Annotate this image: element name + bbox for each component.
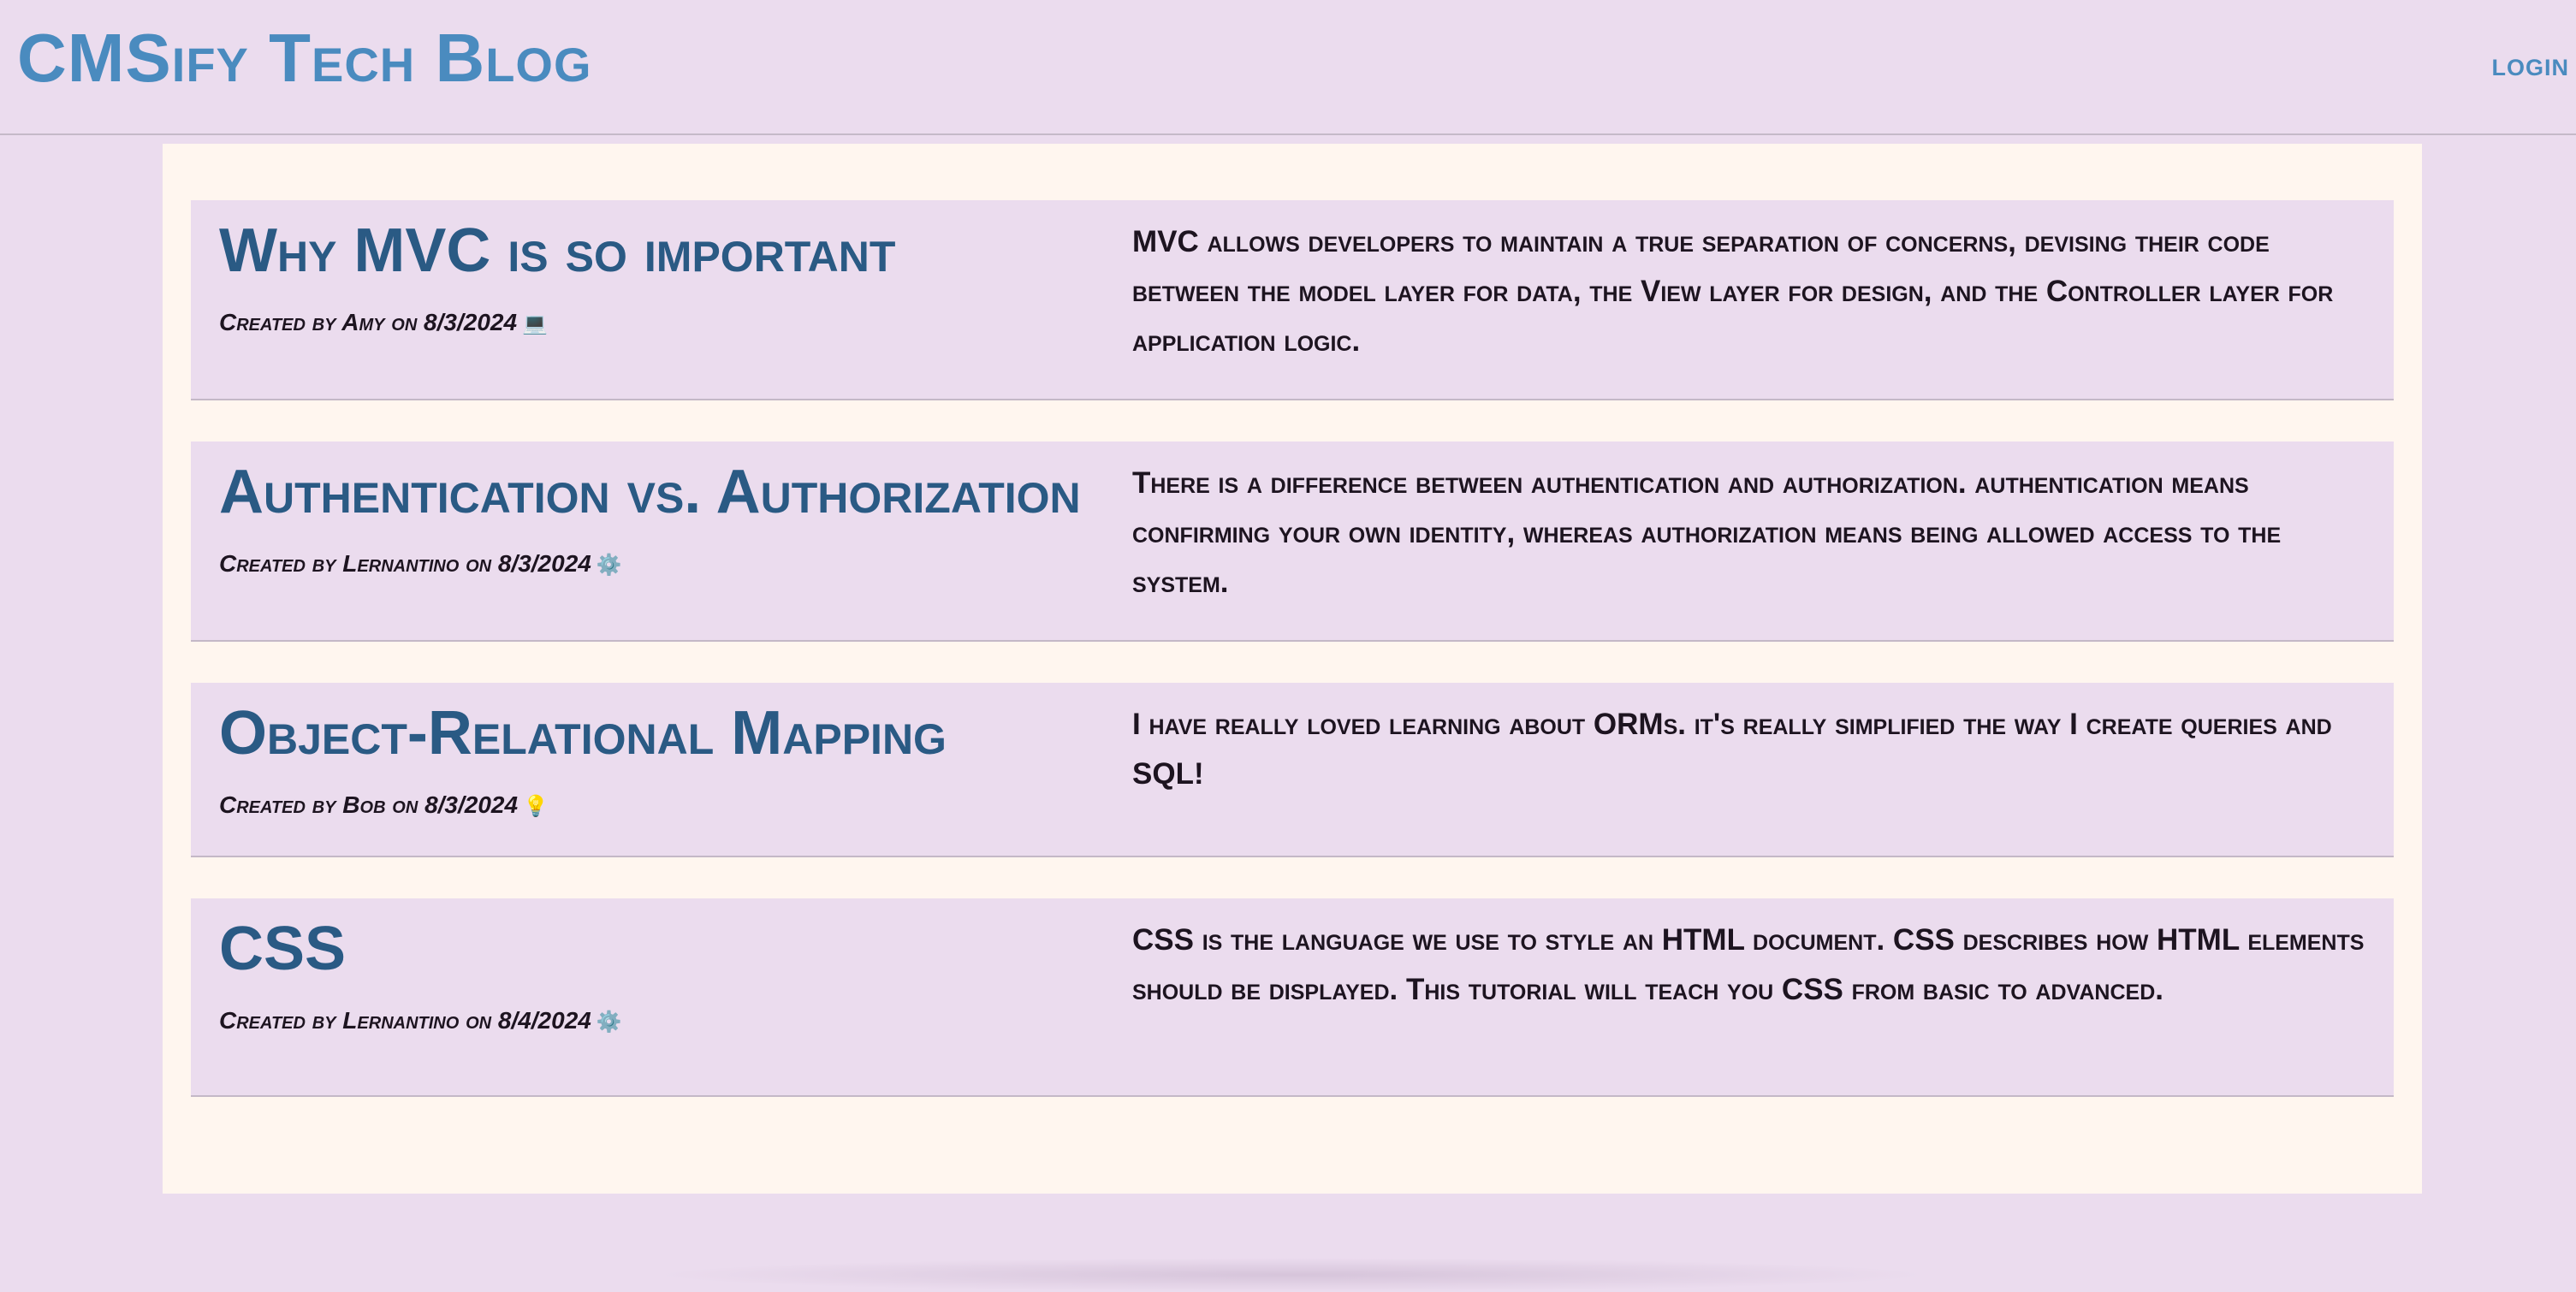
post-meta: Created by Lernantino on 8/4/2024 ⚙️ — [219, 1006, 622, 1037]
gear-icon: ⚙️ — [596, 1010, 622, 1034]
site-header: CMSify Tech Blog LOGIN — [0, 0, 2576, 135]
post-meta: Created by Bob on 8/3/2024 💡 — [219, 791, 549, 821]
post-card[interactable]: Authentication vs. Authorization Created… — [191, 442, 2394, 642]
post-meta: Created by Lernantino on 8/3/2024 ⚙️ — [219, 549, 622, 580]
post-card[interactable]: CSS Created by Lernantino on 8/4/2024 ⚙️ … — [191, 898, 2394, 1097]
lightbulb-icon: 💡 — [523, 795, 549, 818]
post-body: MVC allows developers to maintain a true… — [1132, 225, 2334, 358]
post-body: I have really loved learning about ORMs.… — [1132, 708, 2332, 791]
post-title[interactable]: Object-Relational Mapping — [219, 696, 947, 770]
post-meta-text: Created by Lernantino on 8/4/2024 — [219, 1007, 591, 1034]
laptop-icon: 💻 — [522, 312, 548, 335]
post-meta: Created by Amy on 8/3/2024 💻 — [219, 308, 548, 339]
gear-icon: ⚙️ — [596, 554, 622, 577]
post-body: There is a difference between authentica… — [1132, 466, 2282, 599]
post-title[interactable]: Authentication vs. Authorization — [219, 455, 1081, 529]
post-meta-text: Created by Bob on 8/3/2024 — [219, 791, 519, 818]
post-title[interactable]: Why MVC is so important — [219, 214, 895, 287]
post-card[interactable]: Object-Relational Mapping Created by Bob… — [191, 683, 2394, 857]
post-card[interactable]: Why MVC is so important Created by Amy o… — [191, 200, 2394, 400]
post-meta-text: Created by Amy on 8/3/2024 — [219, 309, 518, 335]
post-body: CSS is the language we use to style an H… — [1132, 923, 2365, 1006]
posts-container: Why MVC is so important Created by Amy o… — [163, 144, 2422, 1194]
footer-shadow — [650, 1258, 1934, 1292]
login-link[interactable]: LOGIN — [2492, 53, 2570, 82]
post-meta-text: Created by Lernantino on 8/3/2024 — [219, 550, 591, 577]
site-title[interactable]: CMSify Tech Blog — [17, 17, 592, 99]
post-title[interactable]: CSS — [219, 912, 346, 986]
